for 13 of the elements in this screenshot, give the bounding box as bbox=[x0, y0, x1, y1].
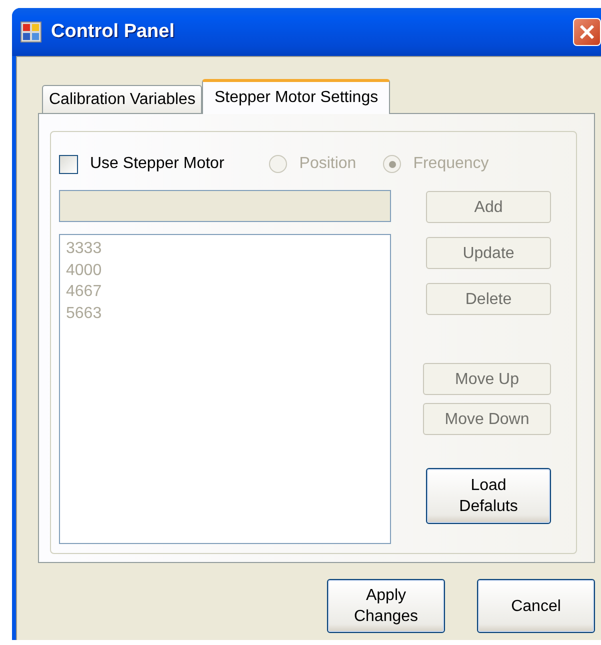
close-icon bbox=[579, 24, 595, 40]
side-button[interactable]: Load Defaluts bbox=[426, 468, 551, 524]
tab[interactable]: Calibration Variables bbox=[42, 85, 202, 113]
window-title: Control Panel bbox=[51, 21, 176, 43]
checkbox[interactable] bbox=[59, 154, 78, 174]
radio-label: Position bbox=[299, 155, 356, 173]
checkbox-label: Use Stepper Motor bbox=[90, 155, 224, 173]
tab[interactable]: Stepper Motor Settings bbox=[202, 79, 390, 114]
dialog-button[interactable]: Cancel bbox=[477, 579, 595, 633]
radio-label: Frequency bbox=[413, 155, 489, 173]
close-button[interactable] bbox=[573, 18, 601, 46]
app-icon bbox=[20, 21, 42, 43]
dialog-button[interactable]: Apply Changes bbox=[327, 579, 445, 633]
